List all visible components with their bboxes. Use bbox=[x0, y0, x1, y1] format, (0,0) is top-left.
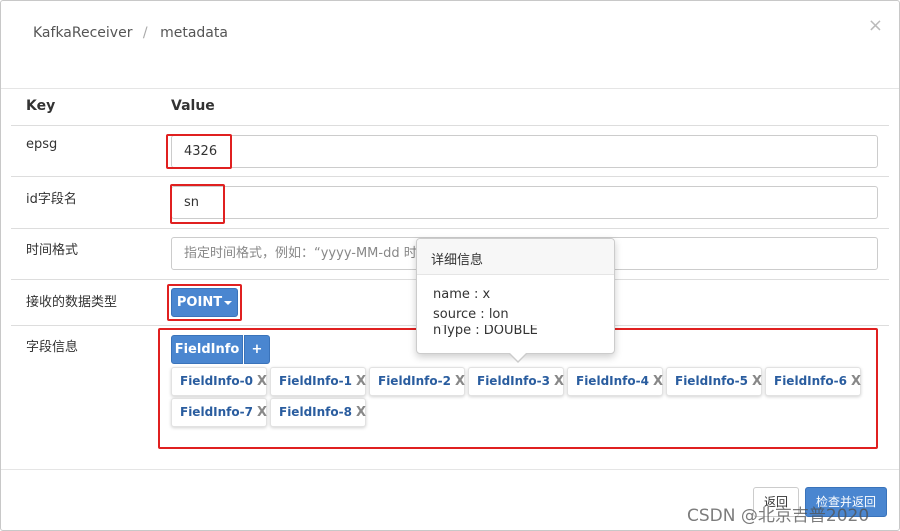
fieldinfo-chip-2[interactable]: FieldInfo-2 X bbox=[369, 367, 465, 396]
fieldinfo-chip-3[interactable]: FieldInfo-3 X bbox=[468, 367, 564, 396]
chip-label: FieldInfo-4 bbox=[576, 374, 649, 388]
remove-icon[interactable]: X bbox=[257, 405, 267, 420]
remove-icon[interactable]: X bbox=[455, 374, 465, 389]
chip-label: FieldInfo-5 bbox=[675, 374, 748, 388]
popover-line-ntype: nType : DOUBLE bbox=[433, 325, 538, 338]
field-info-key-label: 字段信息 bbox=[26, 340, 79, 355]
epsg-input[interactable]: 4326 bbox=[171, 135, 878, 168]
popover-body: name : x source : lon nType : DOUBLE bbox=[417, 275, 614, 349]
remove-icon[interactable]: X bbox=[257, 374, 267, 389]
remove-icon[interactable]: X bbox=[851, 374, 861, 389]
popover-arrow bbox=[509, 353, 527, 363]
close-icon[interactable]: × bbox=[868, 17, 883, 35]
back-button[interactable]: 返回 bbox=[753, 487, 799, 517]
fieldinfo-chip-1[interactable]: FieldInfo-1 X bbox=[270, 367, 366, 396]
table-divider bbox=[11, 176, 889, 177]
chip-label: FieldInfo-1 bbox=[279, 374, 352, 388]
breadcrumb-separator: / bbox=[142, 25, 148, 41]
key-column-header: Key bbox=[26, 98, 56, 114]
fieldinfo-chip-4[interactable]: FieldInfo-4 X bbox=[567, 367, 663, 396]
fieldinfo-chip-8[interactable]: FieldInfo-8 X bbox=[270, 398, 366, 427]
popover-line-name: name : x bbox=[433, 287, 491, 302]
id-field-key-label: id字段名 bbox=[26, 192, 77, 207]
data-type-dropdown[interactable]: POINT bbox=[171, 288, 238, 317]
epsg-key-label: epsg bbox=[26, 137, 58, 152]
check-and-return-button[interactable]: 检查并返回 bbox=[805, 487, 887, 517]
chip-label: FieldInfo-8 bbox=[279, 405, 352, 419]
fieldinfo-chip-5[interactable]: FieldInfo-5 X bbox=[666, 367, 762, 396]
field-detail-popover: 详细信息 name : x source : lon nType : DOUBL… bbox=[416, 238, 615, 363]
time-format-key-label: 时间格式 bbox=[26, 243, 79, 258]
chip-label: FieldInfo-7 bbox=[180, 405, 253, 419]
fieldinfo-group-button[interactable]: FieldInfo bbox=[171, 335, 243, 364]
header-divider bbox=[1, 88, 899, 89]
data-type-selected: POINT bbox=[176, 295, 223, 310]
data-type-key-label: 接收的数据类型 bbox=[26, 295, 118, 310]
table-divider bbox=[11, 228, 889, 229]
breadcrumb: KafkaReceiver / metadata bbox=[33, 25, 228, 41]
remove-icon[interactable]: X bbox=[653, 374, 663, 389]
fieldinfo-chip-7[interactable]: FieldInfo-7 X bbox=[171, 398, 267, 427]
table-divider bbox=[11, 125, 889, 126]
add-fieldinfo-button[interactable]: + bbox=[244, 335, 270, 364]
remove-icon[interactable]: X bbox=[356, 374, 366, 389]
chip-label: FieldInfo-0 bbox=[180, 374, 253, 388]
id-field-input[interactable]: sn bbox=[171, 186, 878, 219]
chip-label: FieldInfo-2 bbox=[378, 374, 451, 388]
popover-line-source: source : lon bbox=[433, 307, 509, 322]
value-column-header: Value bbox=[171, 98, 215, 114]
fieldinfo-chip-0[interactable]: FieldInfo-0 X bbox=[171, 367, 267, 396]
breadcrumb-current: metadata bbox=[160, 25, 228, 41]
remove-icon[interactable]: X bbox=[752, 374, 762, 389]
metadata-dialog: KafkaReceiver / metadata × Key Value eps… bbox=[0, 0, 900, 531]
breadcrumb-root[interactable]: KafkaReceiver bbox=[33, 25, 132, 41]
remove-icon[interactable]: X bbox=[356, 405, 366, 420]
remove-icon[interactable]: X bbox=[554, 374, 564, 389]
popover-title: 详细信息 bbox=[417, 239, 614, 275]
footer-divider bbox=[1, 469, 899, 470]
fieldinfo-chip-6[interactable]: FieldInfo-6 X bbox=[765, 367, 861, 396]
chip-label: FieldInfo-3 bbox=[477, 374, 550, 388]
dialog-header: KafkaReceiver / metadata × bbox=[1, 1, 899, 69]
chip-label: FieldInfo-6 bbox=[774, 374, 847, 388]
caret-down-icon bbox=[224, 300, 233, 305]
